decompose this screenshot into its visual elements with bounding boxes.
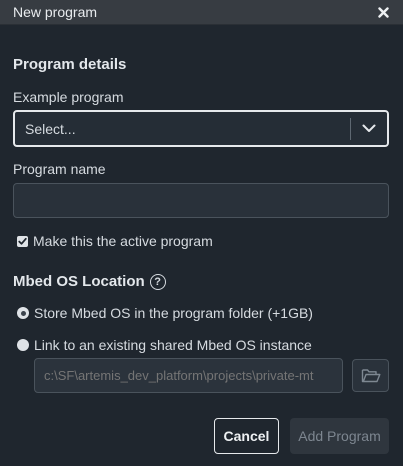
- program-details-heading: Program details: [13, 56, 127, 73]
- example-program-value: Select...: [25, 120, 76, 137]
- radio-store-label: Store Mbed OS in the program folder (+1G…: [34, 305, 313, 321]
- program-name-label: Program name: [13, 161, 106, 177]
- chevron-down-icon[interactable]: [351, 124, 387, 133]
- active-program-checkbox[interactable]: [17, 235, 28, 247]
- program-name-input[interactable]: [13, 183, 389, 218]
- mbed-os-heading-row: Mbed OS Location ?: [13, 273, 166, 290]
- example-program-label: Example program: [13, 89, 124, 105]
- cancel-button[interactable]: Cancel: [214, 418, 279, 454]
- dialog-title: New program: [13, 4, 98, 20]
- dialog-titlebar: New program: [0, 0, 403, 25]
- radio-link-button[interactable]: [17, 339, 29, 351]
- folder-open-icon: [361, 369, 380, 383]
- radio-store-in-folder[interactable]: Store Mbed OS in the program folder (+1G…: [17, 305, 313, 321]
- shared-mbed-path-input[interactable]: [34, 358, 343, 393]
- add-program-button[interactable]: Add Program: [290, 418, 389, 454]
- radio-store-button[interactable]: [17, 307, 29, 319]
- radio-selected-dot: [20, 310, 26, 316]
- check-icon: [18, 237, 27, 245]
- active-program-label: Make this the active program: [33, 233, 213, 249]
- question-circle-icon[interactable]: ?: [149, 273, 166, 290]
- browse-folder-button[interactable]: [352, 359, 389, 392]
- close-icon[interactable]: [375, 4, 391, 20]
- active-program-checkbox-row[interactable]: Make this the active program: [17, 233, 213, 249]
- example-program-select[interactable]: Select...: [13, 110, 389, 147]
- mbed-os-heading: Mbed OS Location: [13, 273, 145, 290]
- radio-link-shared[interactable]: Link to an existing shared Mbed OS insta…: [17, 337, 312, 353]
- radio-link-label: Link to an existing shared Mbed OS insta…: [34, 337, 312, 353]
